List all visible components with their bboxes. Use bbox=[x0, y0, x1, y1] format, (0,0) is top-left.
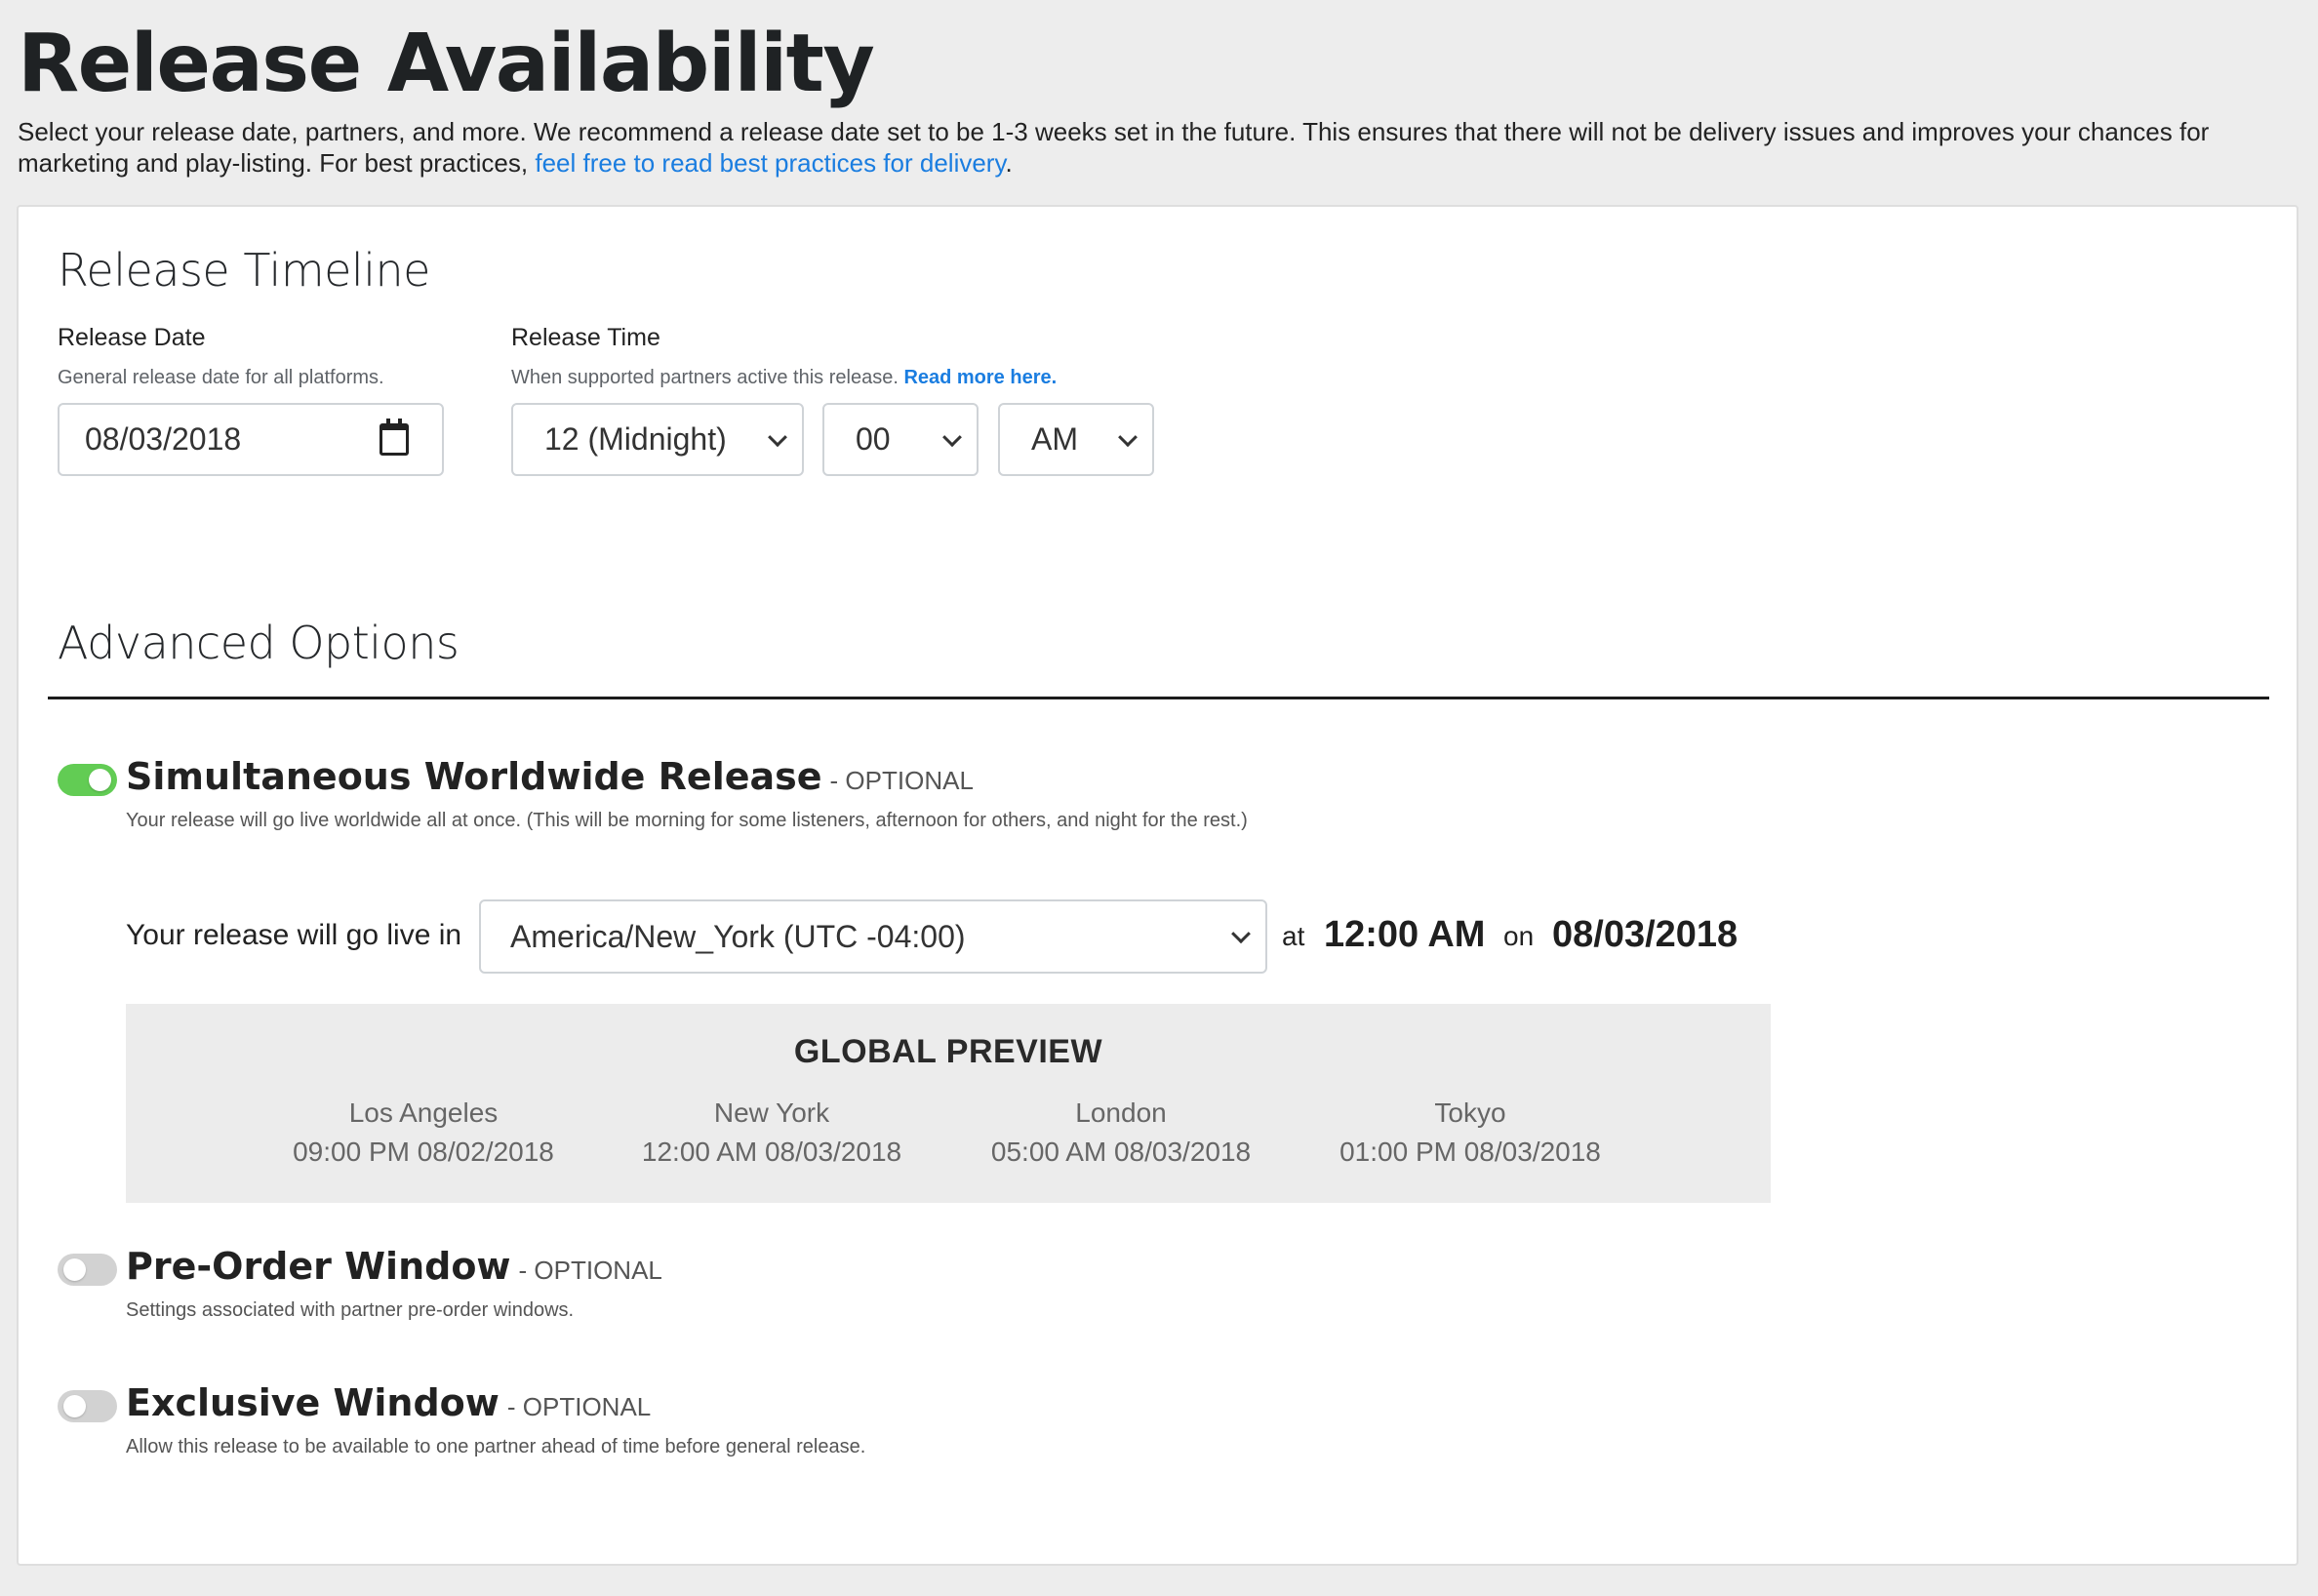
release-date-input[interactable]: 08/03/2018 bbox=[58, 403, 444, 476]
optional-tag: - OPTIONAL bbox=[518, 1256, 662, 1285]
section-divider bbox=[48, 697, 2269, 699]
exclusive-window-toggle[interactable] bbox=[58, 1390, 117, 1422]
optional-tag: - OPTIONAL bbox=[829, 766, 974, 795]
simultaneous-release-title: Simultaneous Worldwide Release - OPTIONAL bbox=[126, 755, 974, 798]
chevron-down-icon bbox=[942, 426, 962, 447]
release-date-help: General release date for all platforms. bbox=[58, 367, 384, 388]
global-preview-panel: GLOBAL PREVIEW Los Angeles 09:00 PM 08/0… bbox=[126, 1004, 1771, 1203]
release-time-display: 12:00 AM bbox=[1324, 914, 1486, 955]
best-practices-link[interactable]: feel free to read best practices for del… bbox=[535, 148, 1005, 178]
toggle-knob bbox=[89, 769, 111, 791]
toggle-knob bbox=[63, 1258, 86, 1281]
at-label: at bbox=[1282, 921, 1305, 951]
release-date-value: 08/03/2018 bbox=[85, 421, 242, 457]
release-timeline-heading: Release Timeline bbox=[58, 244, 430, 297]
city-london: London 05:00 AM 08/03/2018 bbox=[990, 1097, 1252, 1167]
timezone-select[interactable]: America/New_York (UTC -04:00) bbox=[479, 899, 1267, 974]
exclusive-window-title: Exclusive Window - OPTIONAL bbox=[126, 1381, 652, 1424]
read-more-link[interactable]: Read more here. bbox=[903, 367, 1057, 388]
advanced-options-heading: Advanced Options bbox=[58, 617, 460, 669]
minute-select[interactable]: 00 bbox=[822, 403, 979, 476]
release-time-label: Release Time bbox=[511, 324, 660, 351]
preorder-window-title: Pre-Order Window - OPTIONAL bbox=[126, 1245, 662, 1288]
preorder-window-desc: Settings associated with partner pre-ord… bbox=[126, 1299, 575, 1321]
simultaneous-release-desc: Your release will go live worldwide all … bbox=[126, 810, 1248, 831]
chevron-down-icon bbox=[1118, 426, 1138, 447]
preorder-window-toggle[interactable] bbox=[58, 1254, 117, 1286]
release-date-display: 08/03/2018 bbox=[1552, 914, 1738, 955]
city-new-york: New York 12:00 AM 08/03/2018 bbox=[641, 1097, 902, 1167]
release-availability-page: Release Availability Select your release… bbox=[0, 0, 2318, 1596]
minute-value: 00 bbox=[856, 421, 891, 457]
city-tokyo: Tokyo 01:00 PM 08/03/2018 bbox=[1339, 1097, 1601, 1167]
release-card: Release Timeline Release Date General re… bbox=[17, 205, 2298, 1566]
ampm-select[interactable]: AM bbox=[998, 403, 1154, 476]
chevron-down-icon bbox=[1231, 924, 1251, 944]
page-title: Release Availability bbox=[18, 18, 875, 110]
chevron-down-icon bbox=[768, 426, 787, 447]
live-in-label: Your release will go live in bbox=[126, 919, 462, 951]
simultaneous-release-toggle[interactable] bbox=[58, 764, 117, 796]
hour-value: 12 (Midnight) bbox=[544, 421, 727, 457]
global-preview-title: GLOBAL PREVIEW bbox=[793, 1033, 1103, 1070]
release-time-help: When supported partners active this rele… bbox=[511, 367, 1058, 388]
release-date-label: Release Date bbox=[58, 324, 206, 351]
calendar-icon[interactable] bbox=[380, 419, 409, 456]
optional-tag: - OPTIONAL bbox=[506, 1392, 652, 1421]
on-label: on bbox=[1503, 921, 1535, 951]
toggle-knob bbox=[63, 1395, 86, 1417]
city-los-angeles: Los Angeles 09:00 PM 08/02/2018 bbox=[293, 1097, 554, 1167]
ampm-value: AM bbox=[1031, 421, 1078, 457]
intro-text: Select your release date, partners, and … bbox=[18, 117, 2210, 178]
hour-select[interactable]: 12 (Midnight) bbox=[511, 403, 804, 476]
timezone-value: America/New_York (UTC -04:00) bbox=[510, 918, 966, 954]
exclusive-window-desc: Allow this release to be available to on… bbox=[126, 1436, 866, 1457]
